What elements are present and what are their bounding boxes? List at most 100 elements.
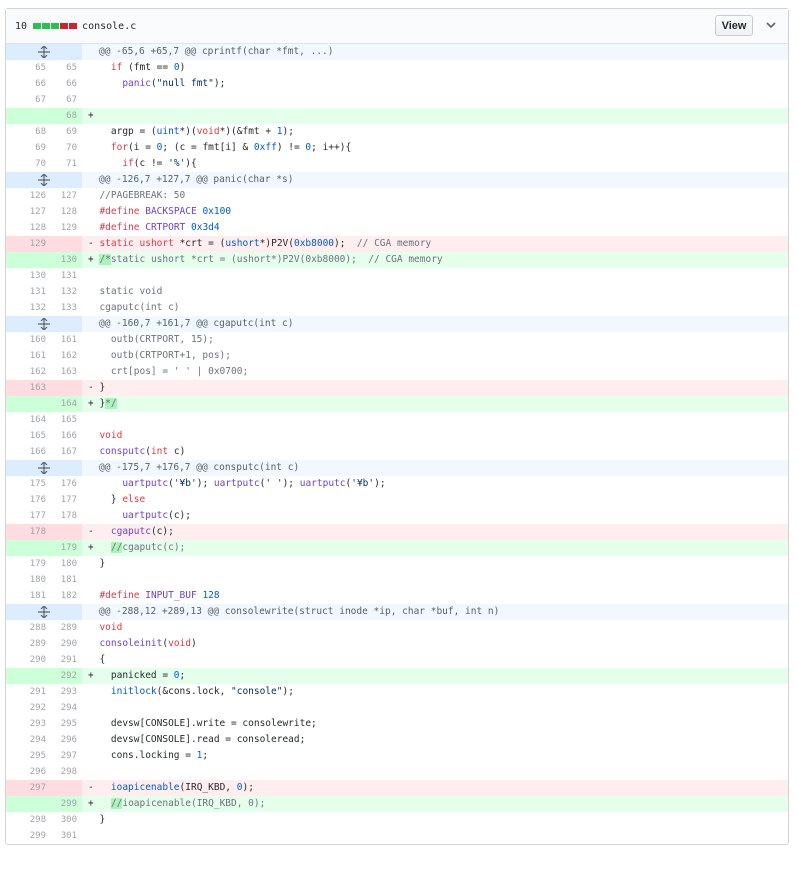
new-line-number[interactable]: 297: [51, 748, 82, 764]
old-line-number[interactable]: 69: [6, 140, 51, 156]
old-line-number[interactable]: [6, 540, 51, 556]
old-line-number[interactable]: 126: [6, 188, 51, 204]
new-line-number[interactable]: 130: [51, 252, 82, 268]
new-line-number[interactable]: 69: [51, 124, 82, 140]
new-line-number[interactable]: [51, 380, 82, 396]
expand-button[interactable]: [6, 604, 82, 620]
new-line-number[interactable]: 128: [51, 204, 82, 220]
expand-button[interactable]: [6, 460, 82, 476]
old-line-number[interactable]: 165: [6, 428, 51, 444]
old-line-number[interactable]: 179: [6, 556, 51, 572]
old-line-number[interactable]: 66: [6, 76, 51, 92]
old-line-number[interactable]: [6, 252, 51, 268]
old-line-number[interactable]: 291: [6, 684, 51, 700]
new-line-number[interactable]: 70: [51, 140, 82, 156]
old-line-number[interactable]: 181: [6, 588, 51, 604]
old-line-number[interactable]: 166: [6, 444, 51, 460]
new-line-number[interactable]: [51, 780, 82, 796]
new-line-number[interactable]: 180: [51, 556, 82, 572]
new-line-number[interactable]: 65: [51, 60, 82, 76]
new-line-number[interactable]: 176: [51, 476, 82, 492]
new-line-number[interactable]: 66: [51, 76, 82, 92]
chevron-down-icon[interactable]: [764, 18, 778, 32]
new-line-number[interactable]: 178: [51, 508, 82, 524]
new-line-number[interactable]: [51, 524, 82, 540]
new-line-number[interactable]: 300: [51, 812, 82, 828]
old-line-number[interactable]: 288: [6, 620, 51, 636]
old-line-number[interactable]: 160: [6, 332, 51, 348]
new-line-number[interactable]: 289: [51, 620, 82, 636]
new-line-number[interactable]: 295: [51, 716, 82, 732]
new-line-number[interactable]: 129: [51, 220, 82, 236]
old-line-number[interactable]: 130: [6, 268, 51, 284]
old-line-number[interactable]: [6, 108, 51, 124]
new-line-number[interactable]: 164: [51, 396, 82, 412]
expand-icon[interactable]: [38, 462, 50, 474]
expand-icon[interactable]: [38, 606, 50, 618]
new-line-number[interactable]: 181: [51, 572, 82, 588]
new-line-number[interactable]: 71: [51, 156, 82, 172]
new-line-number[interactable]: 291: [51, 652, 82, 668]
new-line-number[interactable]: 165: [51, 412, 82, 428]
view-button[interactable]: View: [715, 15, 753, 36]
old-line-number[interactable]: 161: [6, 348, 51, 364]
old-line-number[interactable]: 128: [6, 220, 51, 236]
new-line-number[interactable]: 161: [51, 332, 82, 348]
expand-button[interactable]: [6, 172, 82, 188]
old-line-number[interactable]: 298: [6, 812, 51, 828]
old-line-number[interactable]: 294: [6, 732, 51, 748]
old-line-number[interactable]: [6, 396, 51, 412]
expand-button[interactable]: [6, 44, 82, 60]
old-line-number[interactable]: 296: [6, 764, 51, 780]
old-line-number[interactable]: 292: [6, 700, 51, 716]
new-line-number[interactable]: 67: [51, 92, 82, 108]
new-line-number[interactable]: [51, 236, 82, 252]
old-line-number[interactable]: [6, 796, 51, 812]
file-name[interactable]: console.c: [82, 21, 136, 32]
new-line-number[interactable]: 68: [51, 108, 82, 124]
old-line-number[interactable]: 299: [6, 828, 51, 844]
new-line-number[interactable]: 132: [51, 284, 82, 300]
old-line-number[interactable]: 127: [6, 204, 51, 220]
new-line-number[interactable]: 127: [51, 188, 82, 204]
expand-icon[interactable]: [38, 318, 50, 330]
new-line-number[interactable]: 182: [51, 588, 82, 604]
old-line-number[interactable]: 164: [6, 412, 51, 428]
old-line-number[interactable]: 162: [6, 364, 51, 380]
new-line-number[interactable]: 163: [51, 364, 82, 380]
expand-button[interactable]: [6, 316, 82, 332]
new-line-number[interactable]: 131: [51, 268, 82, 284]
old-line-number[interactable]: 70: [6, 156, 51, 172]
old-line-number[interactable]: 68: [6, 124, 51, 140]
old-line-number[interactable]: 295: [6, 748, 51, 764]
new-line-number[interactable]: 177: [51, 492, 82, 508]
new-line-number[interactable]: 294: [51, 700, 82, 716]
new-line-number[interactable]: 298: [51, 764, 82, 780]
new-line-number[interactable]: 167: [51, 444, 82, 460]
old-line-number[interactable]: 289: [6, 636, 51, 652]
new-line-number[interactable]: 290: [51, 636, 82, 652]
old-line-number[interactable]: 290: [6, 652, 51, 668]
new-line-number[interactable]: 296: [51, 732, 82, 748]
old-line-number[interactable]: 132: [6, 300, 51, 316]
new-line-number[interactable]: 133: [51, 300, 82, 316]
old-line-number[interactable]: 177: [6, 508, 51, 524]
old-line-number[interactable]: [6, 668, 51, 684]
new-line-number[interactable]: 292: [51, 668, 82, 684]
old-line-number[interactable]: 176: [6, 492, 51, 508]
old-line-number[interactable]: 297: [6, 780, 51, 796]
old-line-number[interactable]: 131: [6, 284, 51, 300]
old-line-number[interactable]: 67: [6, 92, 51, 108]
old-line-number[interactable]: 175: [6, 476, 51, 492]
old-line-number[interactable]: 180: [6, 572, 51, 588]
new-line-number[interactable]: 162: [51, 348, 82, 364]
expand-icon[interactable]: [38, 46, 50, 58]
expand-icon[interactable]: [38, 174, 50, 186]
old-line-number[interactable]: 129: [6, 236, 51, 252]
old-line-number[interactable]: 65: [6, 60, 51, 76]
new-line-number[interactable]: 301: [51, 828, 82, 844]
new-line-number[interactable]: 299: [51, 796, 82, 812]
old-line-number[interactable]: 163: [6, 380, 51, 396]
old-line-number[interactable]: 293: [6, 716, 51, 732]
new-line-number[interactable]: 179: [51, 540, 82, 556]
